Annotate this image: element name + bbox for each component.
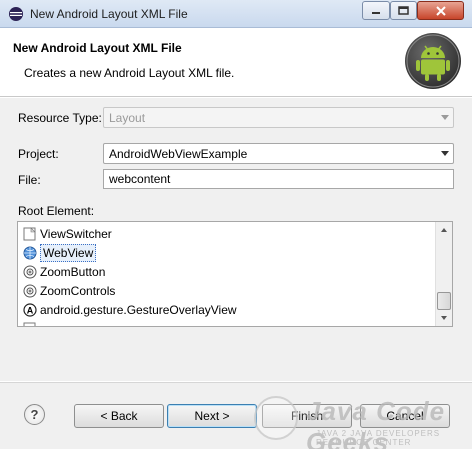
file-label: File: xyxy=(18,173,41,187)
zoom-icon xyxy=(23,284,37,297)
vertical-scrollbar[interactable] xyxy=(435,222,452,326)
list-item-viewswitcher[interactable]: ViewSwitcher xyxy=(23,224,112,243)
list-item-zoombutton[interactable]: ZoomButton xyxy=(23,262,105,281)
chevron-down-icon xyxy=(441,115,449,120)
wizard-title: New Android Layout XML File xyxy=(13,41,182,55)
watermark: Java Code Geeks JAVA 2 JAVA DEVELOPERS R… xyxy=(254,394,468,449)
resource-type-value: Layout xyxy=(109,111,146,125)
list-item-webview[interactable]: WebView xyxy=(23,243,97,262)
minimize-button[interactable] xyxy=(362,1,390,20)
root-element-list[interactable]: ViewSwitcher WebView ZoomButton ZoomCont… xyxy=(17,221,453,327)
project-combo[interactable]: AndroidWebViewExample xyxy=(103,143,454,164)
project-label: Project: xyxy=(18,147,59,161)
wizard-content: Resource Type: Layout Project: AndroidWe… xyxy=(0,98,472,381)
list-item-zoomcontrols[interactable]: ZoomControls xyxy=(23,281,115,300)
scroll-down-arrow-icon[interactable] xyxy=(436,310,452,326)
watermark-subtitle: JAVA 2 JAVA DEVELOPERS RESOURCE CENTER xyxy=(316,429,441,447)
android-icon xyxy=(405,33,461,89)
chevron-down-icon[interactable] xyxy=(441,151,449,156)
wizard-description: Creates a new Android Layout XML file. xyxy=(24,66,235,80)
help-button[interactable]: ? xyxy=(24,404,45,425)
svg-text:A: A xyxy=(27,305,34,315)
minimize-icon xyxy=(372,11,380,14)
globe-icon xyxy=(23,246,37,259)
close-icon xyxy=(435,5,446,16)
back-button[interactable]: < Back xyxy=(74,404,164,428)
close-button[interactable] xyxy=(417,1,464,20)
file-field[interactable] xyxy=(103,169,454,189)
zoom-icon xyxy=(23,265,37,278)
resource-type-label: Resource Type: xyxy=(18,111,102,125)
maximize-icon xyxy=(398,6,409,15)
eclipse-icon xyxy=(9,7,23,21)
file-input[interactable] xyxy=(104,170,453,188)
resource-type-combo: Layout xyxy=(103,107,454,128)
view-icon xyxy=(23,226,36,240)
list-item-gestureoverlayview[interactable]: A android.gesture.GestureOverlayView xyxy=(23,300,237,319)
next-button[interactable]: Next > xyxy=(167,404,257,428)
list-item-partial[interactable] xyxy=(23,319,40,326)
project-value: AndroidWebViewExample xyxy=(109,147,248,161)
window-title: New Android Layout XML File xyxy=(30,7,188,21)
view-icon xyxy=(23,322,36,326)
watermark-logo xyxy=(254,396,298,440)
scrollbar-thumb[interactable] xyxy=(437,292,451,310)
wizard-header: New Android Layout XML File Creates a ne… xyxy=(0,29,472,97)
scroll-up-arrow-icon[interactable] xyxy=(436,222,452,238)
root-element-label: Root Element: xyxy=(18,204,95,218)
gesture-icon: A xyxy=(23,302,37,317)
maximize-button[interactable] xyxy=(390,1,417,20)
title-bar: New Android Layout XML File xyxy=(0,0,472,28)
